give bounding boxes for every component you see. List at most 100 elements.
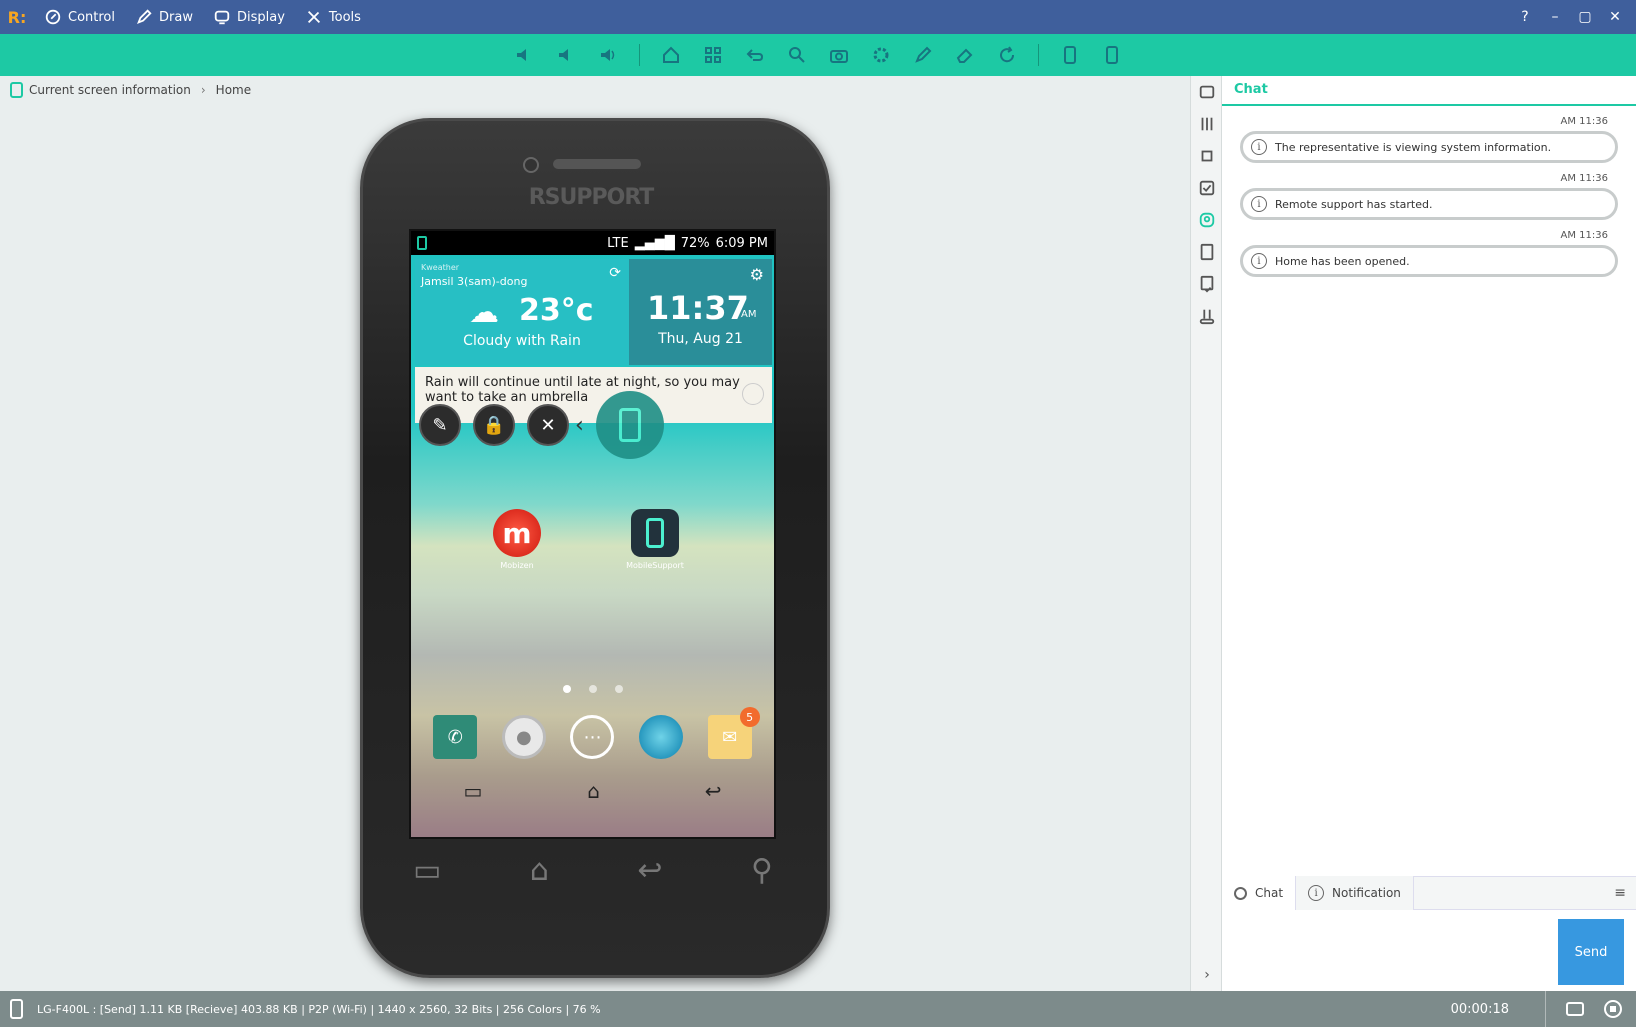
transfer-icon[interactable] — [1191, 300, 1223, 332]
chat-support-icon[interactable] — [1191, 204, 1223, 236]
menu-display-label: Display — [236, 9, 285, 25]
control-icon — [45, 9, 61, 25]
chat-input[interactable] — [1222, 910, 1552, 990]
display-icon — [214, 10, 230, 25]
clock-ampm: AM — [741, 309, 757, 320]
tab-chat-label: Chat — [1255, 886, 1284, 900]
mobile-support-icon — [631, 509, 679, 557]
chat-title: Chat — [1222, 76, 1636, 106]
message-time: AM 11:36 — [1560, 230, 1608, 241]
soft-navbar: ▭ ⌂ ↩ — [411, 771, 774, 811]
camera-icon[interactable] — [828, 44, 850, 66]
menu-control[interactable]: Control — [34, 0, 125, 34]
pen-icon[interactable] — [912, 44, 934, 66]
chevron-right-icon[interactable]: › — [1191, 967, 1223, 983]
message-bubble: i Home has been opened. — [1240, 245, 1618, 277]
chat-message: AM 11:36 i Home has been opened. — [1240, 230, 1618, 277]
checklist-icon[interactable] — [1191, 268, 1223, 300]
chevron-left-icon[interactable]: ‹ — [575, 413, 584, 438]
pen-icon — [136, 9, 152, 25]
message-bubble: i The representative is viewing system i… — [1240, 131, 1618, 163]
weather-widget[interactable]: Kweather Jamsil 3(sam)-dong ⟳ ☁ 23°c Clo… — [415, 259, 629, 365]
device-screen[interactable]: LTE ▂▄▆█ 72% 6:09 PM Kweather Jamsil 3(s… — [409, 229, 776, 839]
apps-drawer-icon[interactable]: ⋯ — [570, 715, 615, 759]
toolbar — [0, 34, 1636, 76]
sliders-icon[interactable] — [1191, 108, 1223, 140]
mute-icon[interactable] — [513, 44, 535, 66]
weather-source: Kweather — [421, 263, 460, 272]
menu-display[interactable]: Display — [203, 0, 295, 34]
tab-chat[interactable]: Chat — [1222, 876, 1297, 910]
message-time: AM 11:36 — [1560, 116, 1608, 127]
clock-widget[interactable]: ⚙ 11:37 AM Thu, Aug 21 — [629, 259, 772, 365]
back-icon[interactable] — [744, 44, 766, 66]
eraser-icon[interactable] — [954, 44, 976, 66]
status-separator — [1545, 991, 1546, 1027]
settings-icon[interactable] — [870, 44, 892, 66]
chat-panel: Chat AM 11:36 i The representative is vi… — [1222, 76, 1636, 991]
browser-icon[interactable] — [639, 715, 684, 759]
app-mobizen[interactable]: m Mobizen — [487, 509, 547, 570]
chat-bubble-icon — [1234, 886, 1247, 900]
chat-bubble-icon[interactable]: ✎ — [419, 404, 461, 446]
menu-control-label: Control — [68, 9, 115, 25]
document-icon[interactable] — [1191, 236, 1223, 268]
device-info-icon[interactable] — [1191, 76, 1223, 108]
chevron-right-icon: › — [200, 83, 206, 97]
help-button[interactable]: ? — [1518, 9, 1532, 25]
mobizen-icon: m — [493, 509, 541, 557]
contacts-icon[interactable]: ● — [501, 715, 546, 759]
tab-notification[interactable]: i Notification — [1296, 876, 1414, 910]
home-key-icon[interactable]: ⌂ — [530, 853, 549, 888]
app-mobile-support[interactable]: MobileSupport — [625, 509, 685, 570]
back-key-icon[interactable]: ↩ — [637, 853, 662, 888]
breadcrumb: Current screen information › Home — [10, 82, 251, 98]
gear-icon[interactable]: ⚙ — [750, 265, 764, 284]
hardware-keys: ▭ ⌂ ↩ ⚲ — [413, 853, 773, 888]
info-icon: i — [1251, 196, 1267, 212]
message-bubble: i Remote support has started. — [1240, 188, 1618, 220]
chevron-down-icon[interactable] — [742, 383, 764, 405]
hamburger-menu-icon[interactable]: ≡ — [1614, 885, 1626, 901]
chat-tabs: Chat i Notification ≡ — [1222, 876, 1636, 910]
phone-icon[interactable]: ✆ — [433, 715, 478, 759]
checkbox-icon[interactable] — [1191, 172, 1223, 204]
breadcrumb-page: Home — [215, 83, 252, 97]
chat-message: AM 11:36 i The representative is viewing… — [1240, 116, 1618, 163]
stop-icon[interactable] — [1604, 1000, 1622, 1018]
volume-up-icon[interactable] — [597, 44, 619, 66]
battery-label: 72% — [680, 235, 710, 251]
home-icon[interactable]: ⌂ — [587, 779, 600, 803]
search-key-icon[interactable]: ⚲ — [751, 853, 773, 888]
landscape-icon[interactable] — [1101, 44, 1123, 66]
menu-tools[interactable]: Tools — [295, 0, 371, 34]
close-icon[interactable]: ✕ — [527, 404, 569, 446]
close-button[interactable]: ✕ — [1608, 9, 1622, 25]
menu-key-icon[interactable]: ▭ — [413, 853, 441, 888]
email-badge: 5 — [739, 707, 760, 727]
minimize-button[interactable]: – — [1548, 9, 1562, 25]
back-icon[interactable]: ↩ — [705, 779, 722, 803]
send-button[interactable]: Send — [1558, 919, 1624, 985]
search-icon[interactable] — [786, 44, 808, 66]
floating-control-bar: ✎ 🔒 ✕ ‹ — [419, 391, 664, 459]
recent-apps-icon[interactable]: ▭ — [463, 779, 482, 803]
maximize-button[interactable]: ▢ — [1578, 9, 1592, 25]
volume-down-icon[interactable] — [555, 44, 577, 66]
email-icon[interactable]: ✉ 5 — [707, 707, 760, 759]
breadcrumb-current[interactable]: Current screen information — [29, 83, 191, 97]
clock-date: Thu, Aug 21 — [658, 331, 743, 347]
dock: ✆ ● ⋯ ✉ 5 — [411, 707, 774, 759]
menu-draw[interactable]: Draw — [125, 0, 203, 34]
home-icon[interactable] — [660, 44, 682, 66]
lock-icon[interactable]: 🔒 — [473, 404, 515, 446]
refresh-icon[interactable] — [996, 44, 1018, 66]
menu-tools-label: Tools — [328, 9, 361, 25]
camera-icon[interactable] — [1566, 1002, 1584, 1016]
refresh-icon[interactable]: ⟳ — [609, 265, 621, 281]
chip-icon[interactable] — [1191, 140, 1223, 172]
tools-icon — [307, 10, 320, 24]
apps-icon[interactable] — [702, 44, 724, 66]
mobile-support-floating-button[interactable] — [595, 391, 664, 459]
portrait-icon[interactable] — [1059, 44, 1081, 66]
